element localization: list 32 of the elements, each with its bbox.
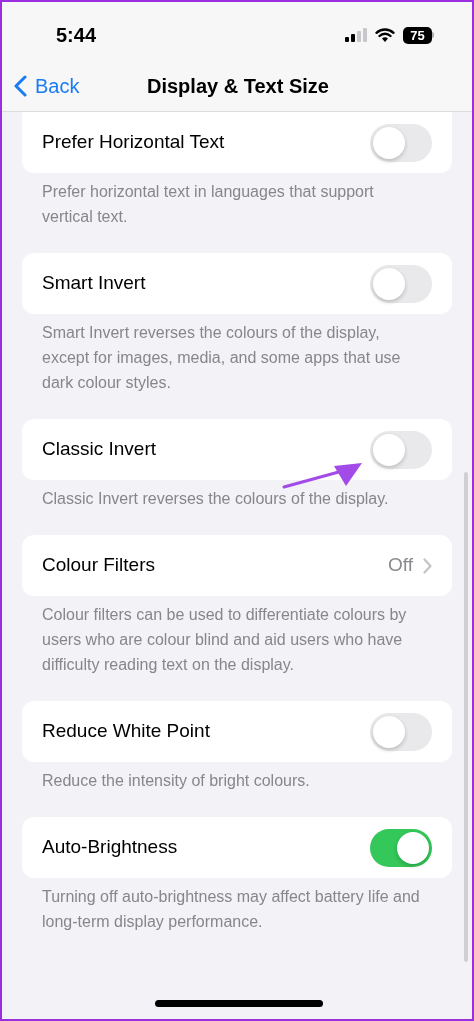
footer-text: Classic Invert reverses the colours of the display. xyxy=(41,489,390,509)
toggle-switch[interactable] xyxy=(370,828,432,867)
toggle-switch[interactable] xyxy=(370,430,432,469)
footer-text: Turning off auto-brightness may affect battery life and long-term display performance. xyxy=(41,887,421,932)
signal-icon xyxy=(345,28,367,42)
toggle-switch[interactable] xyxy=(370,264,432,303)
settings-row[interactable]: Reduce White Point xyxy=(22,701,452,762)
value-text: Off xyxy=(388,553,413,578)
row-label: Smart Invert xyxy=(42,271,146,296)
chevron-left-icon xyxy=(14,74,27,97)
settings-row[interactable]: Classic Invert xyxy=(22,419,452,480)
page-title: Display & Text Size xyxy=(147,73,329,99)
row-label: Classic Invert xyxy=(42,437,157,462)
settings-row[interactable]: Auto-Brightness xyxy=(22,817,452,878)
row-label: Colour Filters xyxy=(42,553,155,578)
footer-text: Colour filters can be used to differentiate colours by users who are colour blind and aid users who have difficulty reading text on the display. xyxy=(41,605,408,675)
row-label: Prefer Horizontal Text xyxy=(42,130,225,155)
footer-text: Prefer horizontal text in languages that support vertical text. xyxy=(41,182,375,227)
chevron-right-icon xyxy=(423,557,432,574)
settings-row[interactable]: Prefer Horizontal Text xyxy=(22,112,452,173)
row-label: Reduce White Point xyxy=(42,719,210,744)
wifi-icon xyxy=(375,27,395,43)
settings-row[interactable]: Smart Invert xyxy=(22,253,452,314)
settings-row[interactable]: Colour Filters Off xyxy=(22,535,452,596)
status-time: 5:44 xyxy=(56,23,97,48)
row-label: Auto-Brightness xyxy=(42,835,178,860)
footer-text: Smart Invert reverses the colours of the display, except for images, media, and some apps that use dark colour styles. xyxy=(41,323,402,393)
battery-indicator: 75 xyxy=(403,26,434,44)
toggle-switch[interactable] xyxy=(370,712,432,751)
toggle-switch[interactable] xyxy=(370,123,432,162)
footer-text: Reduce the intensity of bright colours. xyxy=(41,771,311,791)
back-button[interactable]: Back xyxy=(2,70,80,101)
